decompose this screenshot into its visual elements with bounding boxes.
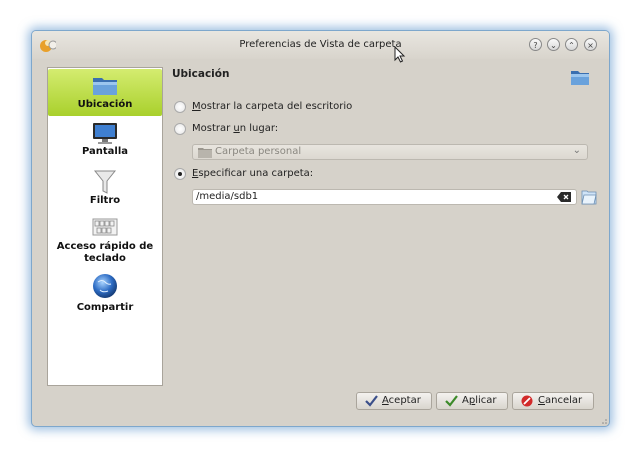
keyboard-icon: [92, 218, 118, 236]
window-title: Preferencias de Vista de carpeta: [239, 39, 402, 50]
accel-key: C: [538, 395, 545, 406]
button-label: Aplicar: [462, 395, 497, 406]
resize-grip[interactable]: [601, 418, 607, 424]
sidebar-item-label: Ubicación: [77, 99, 133, 110]
label-rest: specificar una carpeta:: [198, 168, 314, 179]
folder-path-value: /media/sdb1: [196, 191, 259, 202]
combo-value: Carpeta personal: [215, 146, 302, 157]
sidebar-item-display[interactable]: Pantalla: [48, 122, 162, 162]
label-prefix: Mostrar: [192, 123, 234, 134]
sidebar-item-share[interactable]: Compartir: [48, 273, 162, 317]
folder-icon: [93, 78, 117, 95]
cancel-icon: [521, 395, 533, 407]
option-label: Mostrar un lugar:: [192, 123, 278, 134]
button-label: Aceptar: [382, 395, 421, 406]
chevron-down-icon: ⌄: [572, 145, 581, 156]
funnel-icon: [93, 170, 117, 194]
monitor-icon: [93, 123, 117, 144]
sidebar-item-label: Pantalla: [81, 146, 129, 157]
accept-button[interactable]: Aceptar: [356, 392, 432, 410]
checkmark-icon: [445, 395, 458, 407]
home-folder-icon: [198, 148, 212, 158]
button-label: Cancelar: [538, 395, 582, 406]
minimize-button[interactable]: ⌄: [547, 38, 560, 51]
sidebar-item-label: Compartir: [76, 302, 134, 313]
sidebar-item-shortcuts[interactable]: Acceso rápido de teclado: [48, 217, 162, 269]
mouse-cursor: [394, 46, 406, 63]
clear-text-icon[interactable]: [557, 192, 571, 202]
radio-button[interactable]: [174, 101, 186, 113]
option-label: Especificar una carpeta:: [192, 168, 313, 179]
checkmark-icon: [365, 395, 378, 407]
sidebar-item-label: Filtro: [89, 195, 121, 206]
label-rest: licar: [475, 395, 497, 406]
accel-key: M: [192, 101, 201, 112]
dialog-window: Preferencias de Vista de carpeta ? ⌄ ⌃ ×…: [31, 30, 610, 427]
label-rest: ancelar: [544, 395, 583, 406]
label-rest: ostrar la carpeta del escritorio: [200, 101, 353, 112]
radio-button[interactable]: [174, 123, 186, 135]
sidebar-item-filter[interactable]: Filtro: [48, 169, 162, 209]
page-title: Ubicación: [172, 68, 230, 80]
label-prefix: A: [462, 395, 469, 406]
maximize-button[interactable]: ⌃: [565, 38, 578, 51]
apply-button[interactable]: Aplicar: [436, 392, 508, 410]
category-sidebar: Ubicación Pantalla Filtro Acceso rápido …: [47, 67, 163, 386]
folder-path-input[interactable]: /media/sdb1: [192, 189, 577, 205]
label-rest: n lugar:: [239, 123, 279, 134]
sidebar-item-label: Acceso rápido de teclado: [56, 241, 154, 264]
sidebar-item-location[interactable]: Ubicación: [48, 69, 162, 116]
radio-button[interactable]: [174, 168, 186, 180]
label-rest: ceptar: [388, 395, 421, 406]
globe-icon: [93, 274, 117, 298]
place-combo[interactable]: Carpeta personal ⌄: [192, 144, 588, 160]
browse-folder-icon[interactable]: [581, 189, 597, 205]
close-button[interactable]: ×: [584, 38, 597, 51]
help-button[interactable]: ?: [529, 38, 542, 51]
title-bar[interactable]: Preferencias de Vista de carpeta ? ⌄ ⌃ ×: [32, 31, 609, 59]
cancel-button[interactable]: Cancelar: [512, 392, 594, 410]
option-label: Mostrar la carpeta del escritorio: [192, 101, 352, 112]
accel-key: A: [382, 395, 389, 406]
folder-icon: [571, 71, 589, 85]
